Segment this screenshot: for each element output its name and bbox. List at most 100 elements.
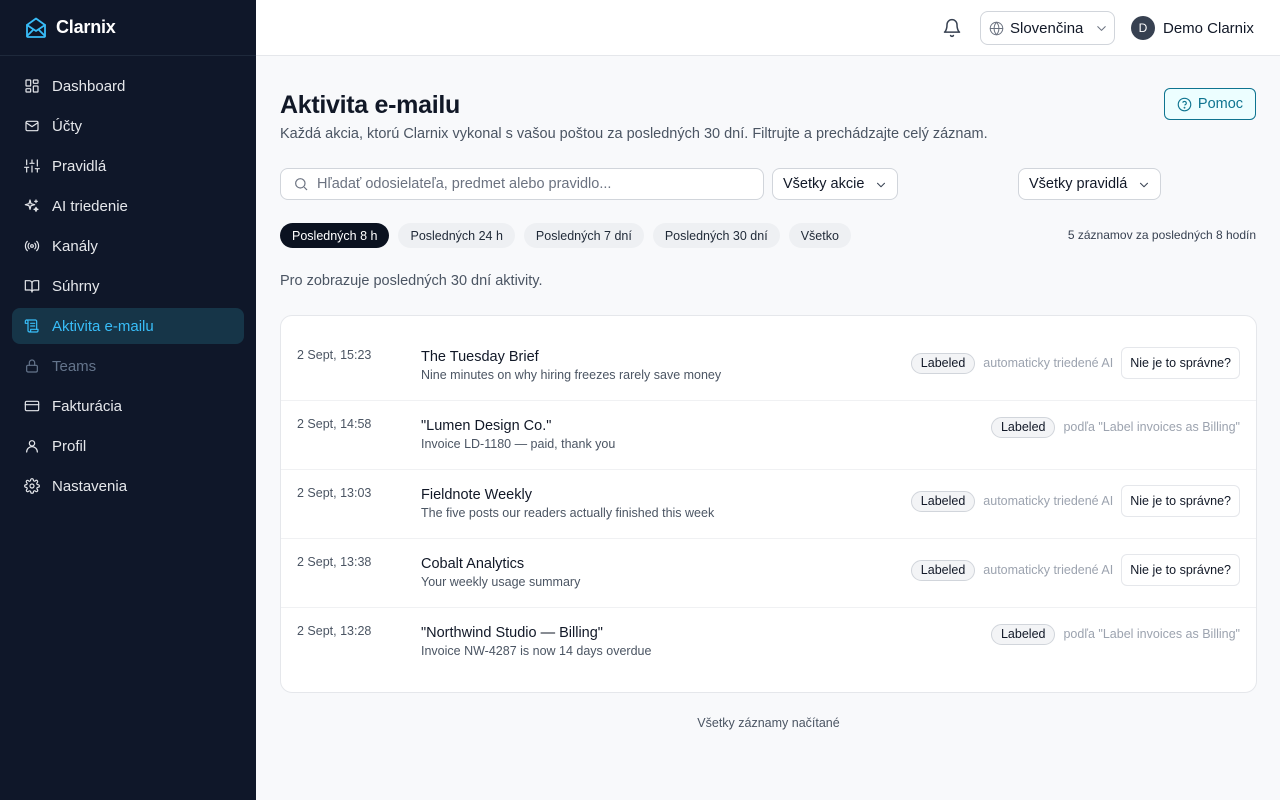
page-title: Aktivita e-mailu xyxy=(280,91,460,119)
search-icon xyxy=(295,178,308,191)
sidebar-item-dashboard[interactable]: Dashboard xyxy=(12,68,244,104)
sparkles-icon xyxy=(24,198,40,214)
not-correct-button[interactable]: Nie je to správne? xyxy=(1121,347,1240,379)
sidebar-item-label: Dashboard xyxy=(52,77,126,95)
entry-reason: automaticky triedené AI xyxy=(983,356,1114,370)
entry-meta: Labeled podľa "Label invoices as Billing… xyxy=(990,623,1240,645)
entry-time: 2 Sept, 13:38 xyxy=(297,555,372,569)
help-label: Pomoc xyxy=(1197,96,1244,112)
status-badge: Labeled xyxy=(910,352,976,374)
help-button[interactable]: Pomoc xyxy=(1164,88,1256,120)
user-name: Demo Clarnix xyxy=(1163,19,1254,37)
sidebar-item-email-activity[interactable]: Aktivita e-mailu xyxy=(12,308,244,344)
list-item[interactable]: 2 Sept, 15:23 The Tuesday Brief Nine min… xyxy=(281,332,1256,401)
language-select[interactable]: Slovenčina xyxy=(980,11,1115,45)
mail-icon xyxy=(24,118,40,134)
rules-filter-value: Všetky pravidlá xyxy=(1029,176,1128,192)
sidebar-item-billing[interactable]: Fakturácia xyxy=(12,388,244,424)
search-box xyxy=(280,168,764,200)
radio-icon xyxy=(24,238,40,254)
notifications-bell-icon[interactable] xyxy=(940,16,964,40)
sidebar-item-label: Aktivita e-mailu xyxy=(52,317,154,335)
chip-last-24h[interactable]: Posledných 24 h xyxy=(398,223,515,248)
activity-scroll-icon xyxy=(24,318,40,334)
pro-note: Pro zobrazuje posledných 30 dní aktivity… xyxy=(280,273,543,289)
sidebar-item-label: Profil xyxy=(52,437,87,455)
list-item[interactable]: 2 Sept, 13:03 Fieldnote Weekly The five … xyxy=(281,470,1256,539)
activity-list: 2 Sept, 15:23 The Tuesday Brief Nine min… xyxy=(280,315,1257,693)
sidebar-item-teams[interactable]: Teams xyxy=(12,348,244,384)
page-subtitle: Každá akcia, ktorú Clarnix vykonal s vaš… xyxy=(280,126,988,142)
list-item[interactable]: 2 Sept, 13:38 Cobalt Analytics Your week… xyxy=(281,539,1256,608)
entry-subject: Your weekly usage summary xyxy=(421,575,581,589)
chip-last-7d[interactable]: Posledných 7 dní xyxy=(523,223,644,248)
entry-reason: automaticky triedené AI xyxy=(983,494,1114,508)
entry-subject: Invoice LD-1180 — paid, thank you xyxy=(421,437,616,451)
sidebar-item-label: Nastavenia xyxy=(52,477,128,495)
entry-time: 2 Sept, 15:23 xyxy=(297,348,372,362)
actions-filter-value: Všetky akcie xyxy=(783,176,865,192)
sidebar-item-label: Pravidlá xyxy=(52,157,107,175)
sidebar-item-summaries[interactable]: Súhrny xyxy=(12,268,244,304)
chevron-down-icon xyxy=(1139,182,1149,188)
sidebar-item-accounts[interactable]: Účty xyxy=(12,108,244,144)
sidebar-item-label: Účty xyxy=(52,117,82,135)
brand[interactable]: Clarnix xyxy=(0,0,256,56)
sidebar-item-label: Súhrny xyxy=(52,277,100,295)
entry-time: 2 Sept, 13:28 xyxy=(297,624,372,638)
entry-subject: Invoice NW-4287 is now 14 days overdue xyxy=(421,644,652,658)
not-correct-button[interactable]: Nie je to správne? xyxy=(1121,554,1240,586)
sidebar-item-label: AI triedenie xyxy=(52,197,128,215)
chevron-down-icon xyxy=(1094,21,1108,35)
entry-meta: Labeled automaticky triedené AI Nie je t… xyxy=(910,347,1240,379)
sidebar-item-channels[interactable]: Kanály xyxy=(12,228,244,264)
sidebar: Clarnix Dashboard Účty Pravidlá AI tried… xyxy=(0,0,256,800)
record-count: 5 záznamov za posledných 8 hodín xyxy=(1067,228,1256,242)
book-icon xyxy=(24,278,40,294)
actions-filter-select[interactable]: Všetky akcie xyxy=(772,168,898,200)
sidebar-item-ai-sorting[interactable]: AI triedenie xyxy=(12,188,244,224)
not-correct-button[interactable]: Nie je to správne? xyxy=(1121,485,1240,517)
lock-icon xyxy=(24,358,40,374)
user-menu[interactable]: D Demo Clarnix xyxy=(1131,16,1254,40)
sidebar-item-label: Fakturácia xyxy=(52,397,123,415)
chip-last-8h[interactable]: Posledných 8 h xyxy=(280,223,390,248)
help-circle-icon xyxy=(1177,97,1192,111)
rules-filter-select[interactable]: Všetky pravidlá xyxy=(1018,168,1161,200)
topbar: Slovenčina D Demo Clarnix xyxy=(256,0,1280,56)
sidebar-item-settings[interactable]: Nastavenia xyxy=(12,468,244,504)
entry-reason: podľa "Label invoices as Billing" xyxy=(1063,627,1240,641)
envelope-logo-icon xyxy=(24,16,48,40)
entry-sender: "Northwind Studio — Billing" xyxy=(421,625,603,641)
language-value: Slovenčina xyxy=(1010,19,1084,37)
globe-icon xyxy=(989,21,1004,36)
chip-last-30d[interactable]: Posledných 30 dní xyxy=(652,223,780,248)
entry-sender: "Lumen Design Co." xyxy=(421,418,552,434)
dashboard-icon xyxy=(24,78,40,94)
brand-name: Clarnix xyxy=(56,17,116,37)
entry-time: 2 Sept, 13:03 xyxy=(297,486,372,500)
all-loaded-note: Všetky záznamy načítané xyxy=(697,716,840,730)
chevron-down-icon xyxy=(876,182,886,188)
sidebar-item-label: Kanály xyxy=(52,237,98,255)
time-range-chips: Posledných 8 h Posledných 24 h Poslednýc… xyxy=(280,223,860,248)
avatar: D xyxy=(1131,16,1155,40)
sidebar-nav: Dashboard Účty Pravidlá AI triedenie Kan… xyxy=(0,56,256,520)
sidebar-item-rules[interactable]: Pravidlá xyxy=(12,148,244,184)
sidebar-item-profile[interactable]: Profil xyxy=(12,428,244,464)
entry-meta: Labeled automaticky triedené AI Nie je t… xyxy=(910,554,1240,586)
status-badge: Labeled xyxy=(910,490,976,512)
entry-reason: automaticky triedené AI xyxy=(983,563,1114,577)
sidebar-item-label: Teams xyxy=(52,357,97,375)
entry-time: 2 Sept, 14:58 xyxy=(297,417,372,431)
entry-meta: Labeled automaticky triedené AI Nie je t… xyxy=(910,485,1240,517)
entry-meta: Labeled podľa "Label invoices as Billing… xyxy=(990,416,1240,438)
credit-card-icon xyxy=(24,398,40,414)
status-badge: Labeled xyxy=(990,416,1056,438)
list-item[interactable]: 2 Sept, 14:58 "Lumen Design Co." Invoice… xyxy=(281,401,1256,470)
entry-sender: Cobalt Analytics xyxy=(421,556,525,572)
list-item[interactable]: 2 Sept, 13:28 "Northwind Studio — Billin… xyxy=(281,608,1256,677)
entry-sender: Fieldnote Weekly xyxy=(421,487,532,503)
search-input[interactable] xyxy=(317,176,757,192)
chip-all[interactable]: Všetko xyxy=(788,223,851,248)
